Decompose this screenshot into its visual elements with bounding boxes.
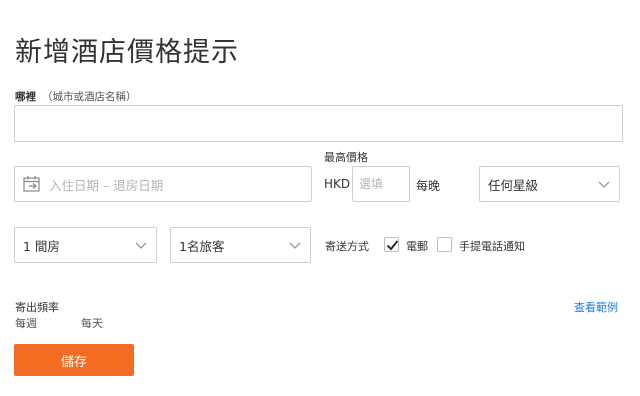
currency-label: HKD [324,177,351,191]
frequency-option-weekly[interactable]: 每週 [15,315,37,331]
page-title: 新增酒店價格提示 [15,37,239,68]
max-price-label: 最高價格 [324,151,368,164]
chevron-down-icon [289,242,301,249]
checkmark-icon [386,240,399,251]
guests-value: 1名旅客 [179,238,225,254]
where-input[interactable] [14,105,623,142]
email-checkbox[interactable] [384,237,399,252]
guests-select[interactable]: 1名旅客 [170,227,311,263]
rooms-value: 1 間房 [23,238,60,254]
rooms-select[interactable]: 1 間房 [14,227,157,263]
chevron-down-icon [598,181,610,188]
send-method-label: 寄送方式 [325,240,369,253]
star-rating-value: 任何星級 [488,177,539,193]
where-hint: （城市或酒店名稱） [42,91,137,103]
date-range-placeholder: 入住日期 – 退房日期 [49,177,164,193]
sms-checkbox[interactable] [437,237,452,252]
star-rating-select[interactable]: 任何星級 [479,166,620,202]
save-button[interactable]: 儲存 [14,344,134,376]
chevron-down-icon [135,242,147,249]
email-checkbox-label: 電郵 [406,240,428,253]
where-label: 哪裡 （城市或酒店名稱） [15,89,137,104]
frequency-label: 寄出頻率 [15,301,59,314]
date-range-input[interactable]: 入住日期 – 退房日期 [14,166,312,202]
view-example-link[interactable]: 查看範例 [574,299,618,315]
where-label-text: 哪裡 [15,91,36,103]
sms-checkbox-label: 手提電話通知 [459,240,525,253]
per-night-label: 每晚 [416,179,441,193]
max-price-input[interactable] [352,166,410,202]
calendar-icon [23,175,43,193]
frequency-option-daily[interactable]: 每天 [81,315,103,331]
